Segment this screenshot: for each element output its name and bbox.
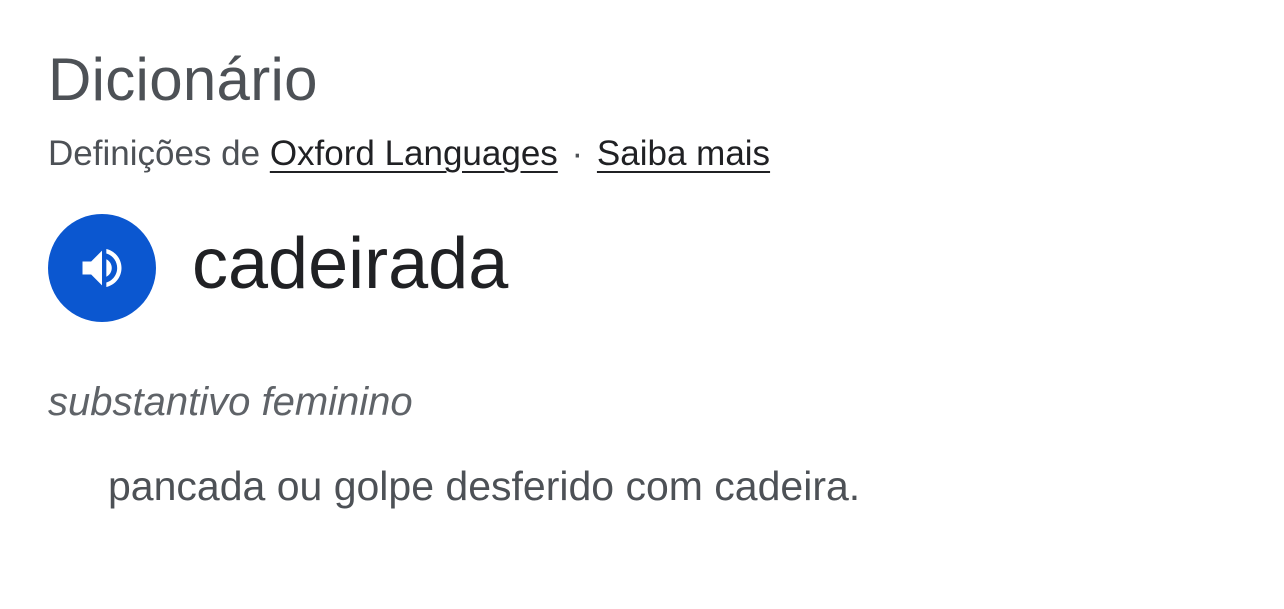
speaker-icon <box>76 242 128 294</box>
separator-dot: · <box>571 134 584 173</box>
source-attribution: Definições de Oxford Languages · Saiba m… <box>48 133 770 175</box>
learn-more-link[interactable]: Saiba mais <box>597 134 770 173</box>
source-prefix: Definições de <box>48 134 261 173</box>
definition-text: pancada ou golpe desferido com cadeira. <box>108 463 861 509</box>
headword: cadeirada <box>192 224 509 304</box>
part-of-speech: substantivo feminino <box>48 380 413 424</box>
oxford-languages-link[interactable]: Oxford Languages <box>270 134 558 173</box>
dictionary-card: Dicionário Definições de Oxford Language… <box>48 0 1284 609</box>
dictionary-title: Dicionário <box>48 46 318 113</box>
pronunciation-audio-button[interactable] <box>48 214 156 322</box>
